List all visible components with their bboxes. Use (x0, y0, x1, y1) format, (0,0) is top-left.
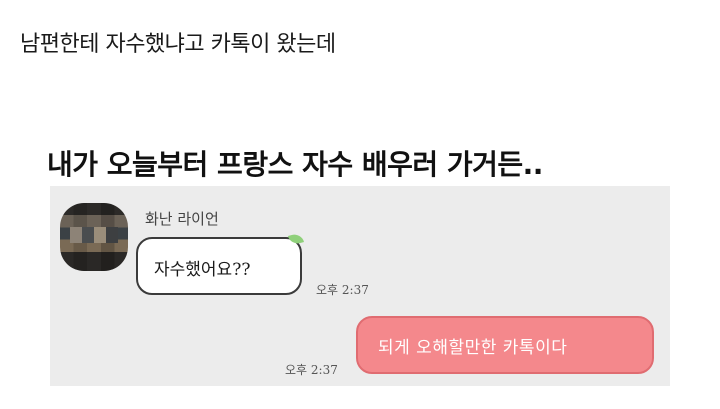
caption-text: 내가 오늘부터 프랑스 자수 배우러 가거든.. (47, 148, 543, 181)
mosaic-blur (70, 227, 118, 243)
chat-screenshot: 화난 라이언 자수했어요?? 오후 2:37 오후 2:37 되게 오해할만한 … (50, 186, 670, 386)
post-title: 남편한테 자수했냐고 카톡이 왔는데 (20, 32, 336, 57)
outgoing-message-bubble[interactable]: 되게 오해할만한 카톡이다 (356, 316, 654, 374)
incoming-message-time: 오후 2:37 (316, 283, 369, 297)
outgoing-message-text: 되게 오해할만한 카톡이다 (378, 338, 568, 358)
incoming-message-text: 자수했어요?? (154, 260, 251, 280)
sender-name: 화난 라이언 (145, 210, 219, 228)
incoming-message-bubble[interactable]: 자수했어요?? (136, 237, 302, 295)
pixelated-avatar-icon[interactable] (60, 203, 128, 271)
outgoing-message-time: 오후 2:37 (285, 363, 338, 377)
